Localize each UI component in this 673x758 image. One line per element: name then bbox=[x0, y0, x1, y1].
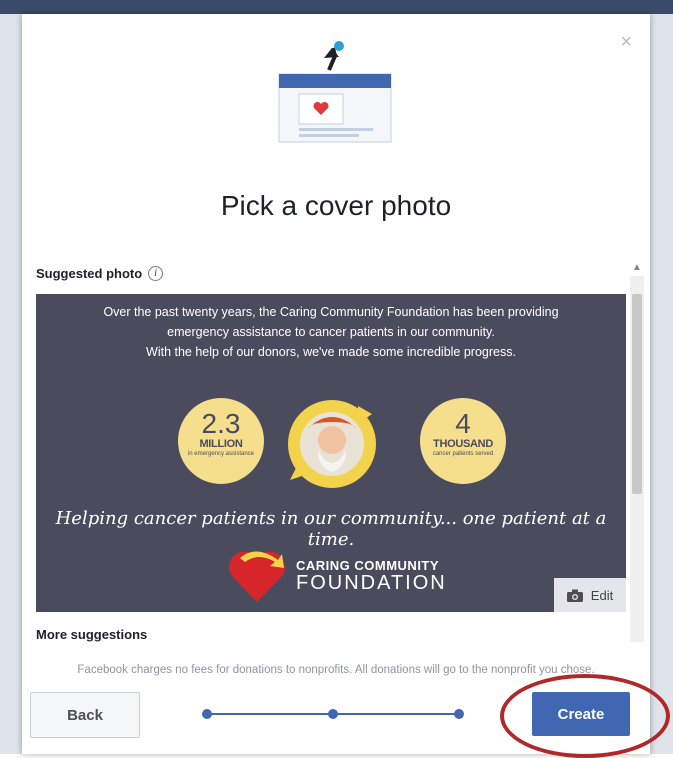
stat-unit: MILLION bbox=[199, 438, 243, 450]
edit-photo-label: Edit bbox=[590, 587, 614, 603]
stat-number: 4 bbox=[455, 408, 471, 439]
stat-subtext: cancer patients served bbox=[432, 451, 494, 457]
patient-portrait-image bbox=[288, 400, 376, 488]
progress-step-dot bbox=[202, 709, 212, 719]
suggested-cover-photo[interactable]: Over the past twenty years, the Caring C… bbox=[36, 294, 626, 612]
logo-text-top: CARING COMMUNITY bbox=[296, 558, 440, 573]
stat-unit: THOUSAND bbox=[433, 438, 493, 450]
photo-caption-line-2: emergency assistance to cancer patients … bbox=[167, 325, 495, 339]
stat-subtext: in emergency assistance bbox=[187, 451, 255, 457]
stat-circle-thousand: 4 THOUSAND cancer patients served bbox=[420, 398, 506, 484]
dialog-title: Pick a cover photo bbox=[220, 190, 452, 221]
close-icon[interactable]: × bbox=[620, 32, 632, 52]
scroll-thumb[interactable] bbox=[632, 294, 642, 494]
stat-number: 2.3 bbox=[201, 408, 241, 439]
photo-caption-line-3: With the help of our donors, we've made … bbox=[146, 345, 516, 359]
cover-photo-dialog: × Pick a cover photo Suggested photo i O… bbox=[22, 14, 670, 758]
scroll-up-arrow-icon[interactable]: ▲ bbox=[632, 262, 642, 273]
edit-photo-button[interactable]: Edit bbox=[554, 578, 626, 612]
step-progress-indicator bbox=[202, 708, 464, 720]
background-left-panel bbox=[0, 14, 22, 754]
progress-step-dot bbox=[328, 709, 338, 719]
info-icon[interactable]: i bbox=[148, 266, 164, 281]
suggested-photo-label: Suggested photo i bbox=[36, 266, 164, 281]
create-button[interactable]: Create bbox=[532, 692, 630, 736]
suggestions-scroll-area[interactable]: Suggested photo i Over the past twenty y… bbox=[22, 258, 650, 642]
photo-caption-line-1: Over the past twenty years, the Caring C… bbox=[103, 305, 559, 319]
photo-caption: Over the past twenty years, the Caring C… bbox=[36, 302, 626, 362]
donation-fee-notice: Facebook charges no fees for donations t… bbox=[77, 664, 595, 676]
back-button[interactable]: Back bbox=[30, 692, 140, 738]
heart-logo-icon bbox=[229, 551, 285, 602]
progress-step-dot bbox=[454, 709, 464, 719]
logo-text-bottom: FOUNDATION bbox=[296, 572, 447, 594]
background-right-panel bbox=[650, 14, 673, 754]
camera-icon bbox=[566, 589, 583, 602]
top-bar-background bbox=[0, 0, 673, 14]
suggested-photo-text: Suggested photo bbox=[36, 266, 143, 281]
cover-photo-illustration bbox=[278, 41, 392, 143]
stat-circle-million: 2.3 MILLION in emergency assistance bbox=[178, 398, 264, 484]
scrollbar[interactable]: ▲ bbox=[626, 258, 644, 642]
more-suggestions-heading: More suggestions bbox=[36, 627, 148, 642]
foundation-logo: CARING COMMUNITY FOUNDATION bbox=[224, 544, 464, 606]
